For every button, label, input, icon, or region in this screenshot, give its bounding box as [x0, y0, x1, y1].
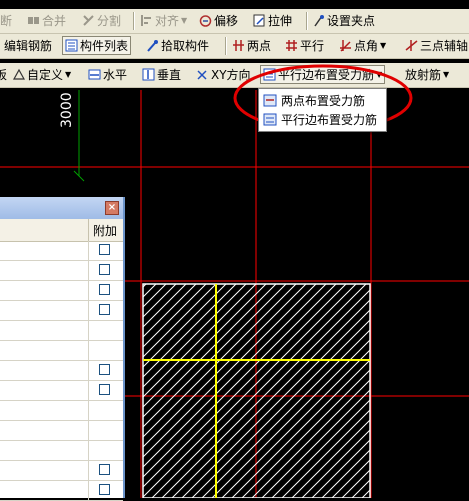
set-grip-point-button[interactable]: 设置夹点 [312, 11, 375, 30]
two-point-button[interactable]: 两点 [232, 36, 271, 55]
vertical-icon [142, 68, 155, 81]
table-cell-name [0, 441, 89, 460]
custom-button[interactable]: 自定义 ▼ [12, 65, 71, 84]
edit-toolbar: 打断 合并 分割 对齐▼ 偏移 拉伸 设置夹点 [0, 9, 469, 34]
table-row[interactable] [0, 481, 123, 501]
component-list-button[interactable]: 构件列表 [62, 36, 132, 55]
close-icon[interactable]: × [105, 201, 119, 215]
two-point-icon [232, 39, 245, 52]
extra-checkbox[interactable] [99, 464, 110, 475]
table-cell-name [0, 421, 89, 440]
extra-checkbox[interactable] [99, 264, 110, 275]
table-cell-name [0, 481, 89, 500]
align-icon [140, 14, 153, 27]
break-button[interactable]: 打断 [0, 11, 12, 30]
table-cell-name [0, 401, 89, 420]
parallel-button[interactable]: 平行 [285, 36, 324, 55]
table-row[interactable] [0, 461, 123, 481]
table-cell-name [0, 241, 89, 260]
horizontal-icon [88, 68, 101, 81]
extra-checkbox[interactable] [99, 384, 110, 395]
stretch-button[interactable]: 拉伸 [253, 11, 292, 30]
menu-item-parallel-edge-rebar[interactable]: 平行边布置受力筋 [263, 110, 377, 128]
component-list-panel: × 附加 [0, 197, 125, 501]
extra-checkbox[interactable] [99, 364, 110, 375]
extra-checkbox[interactable] [99, 284, 110, 295]
parallel-edge-rebar-icon [263, 113, 277, 126]
table-row[interactable] [0, 241, 123, 261]
table-row[interactable] [0, 441, 123, 461]
table-row[interactable] [0, 321, 123, 341]
table-cell-name [0, 361, 89, 380]
separator [225, 37, 227, 55]
table-cell-name [0, 321, 89, 340]
extra-checkbox[interactable] [99, 484, 110, 495]
slab-hatch[interactable] [143, 284, 370, 498]
table-body [0, 241, 123, 501]
grip-point-icon [312, 14, 325, 27]
table-row[interactable] [0, 281, 123, 301]
merge-icon [27, 14, 40, 27]
table-row[interactable] [0, 301, 123, 321]
table-header: 附加 [0, 219, 123, 242]
vertical-button[interactable]: 垂直 [142, 65, 181, 84]
table-row[interactable] [0, 361, 123, 381]
three-point-axis-button[interactable]: 三点辅轴 [405, 36, 468, 55]
stretch-icon [253, 14, 266, 27]
panel-title-bar[interactable]: × [0, 197, 123, 219]
rebar-toolbar: 编辑钢筋 构件列表 拾取构件 两点 平行 点角 ▼ 三点辅轴 [0, 34, 469, 59]
point-angle-button[interactable]: 点角 ▼ [339, 36, 386, 55]
table-row[interactable] [0, 421, 123, 441]
split-icon [82, 14, 95, 27]
header-col-name [0, 219, 89, 241]
two-point-rebar-icon [263, 94, 277, 107]
separator [133, 12, 135, 30]
table-cell-name [0, 381, 89, 400]
slab-label: 板 [0, 68, 8, 82]
extra-checkbox[interactable] [99, 244, 110, 255]
table-row[interactable] [0, 381, 123, 401]
table-cell-name [0, 261, 89, 280]
table-cell-name [0, 281, 89, 300]
component-list-icon [65, 39, 78, 52]
menu-item-two-point-rebar[interactable]: 两点布置受力筋 [263, 91, 365, 109]
horizontal-button[interactable]: 水平 [88, 65, 127, 84]
rebar-dropdown-menu: 两点布置受力筋 平行边布置受力筋 [258, 88, 387, 132]
offset-button[interactable]: 偏移 [199, 11, 238, 30]
table-row[interactable] [0, 341, 123, 361]
header-col-extra: 附加 [93, 224, 118, 238]
table-row[interactable] [0, 261, 123, 281]
offset-icon [199, 14, 212, 27]
table-cell-name [0, 341, 89, 360]
pick-component-button[interactable]: 拾取构件 [146, 36, 209, 55]
custom-icon [12, 68, 26, 81]
pick-component-icon [146, 39, 159, 52]
xy-direction-icon [196, 68, 209, 81]
separator [306, 12, 308, 30]
table-cell-name [0, 461, 89, 480]
extra-checkbox[interactable] [99, 304, 110, 315]
table-cell-name [0, 301, 89, 320]
point-angle-icon [339, 39, 352, 52]
split-button[interactable]: 分割 [82, 11, 121, 30]
merge-button[interactable]: 合并 [27, 11, 66, 30]
dimension-text: 3000 [59, 92, 75, 128]
parallel-icon [285, 39, 298, 52]
table-row[interactable] [0, 401, 123, 421]
edit-rebar-button[interactable]: 编辑钢筋 [0, 36, 52, 55]
three-point-axis-icon [405, 39, 418, 52]
align-button[interactable]: 对齐 ▼ [140, 11, 187, 30]
